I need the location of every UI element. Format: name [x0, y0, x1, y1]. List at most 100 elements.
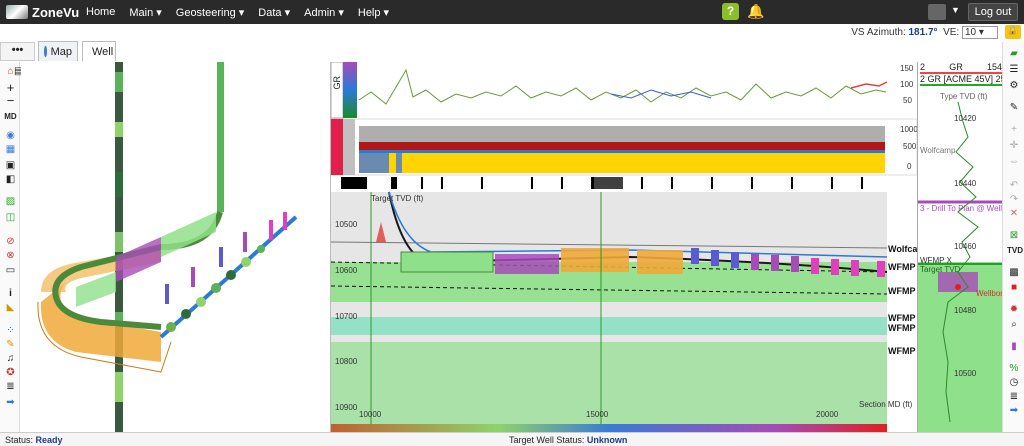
lock-icon[interactable]: 🔒: [1005, 25, 1021, 39]
link-icon[interactable]: ⊠: [1007, 230, 1021, 242]
nav-admin[interactable]: Admin ▾: [304, 6, 344, 19]
app-logo[interactable]: ZoneVu: [0, 5, 86, 20]
lith-blue-fill-2: [396, 153, 402, 173]
help-icon[interactable]: ?: [722, 3, 739, 20]
bell-outline-icon[interactable]: ♫: [4, 353, 17, 365]
zone-slab-green: [161, 212, 216, 257]
type-well-panel[interactable]: 2 GR 154 2 GR [ACME 45V] 252 Type TVD (f…: [917, 62, 1007, 432]
info-icon[interactable]: i: [4, 288, 17, 300]
ve-select-value: 10: [965, 27, 977, 38]
stop-icon[interactable]: ■: [1007, 282, 1021, 294]
vs-azimuth: VS Azimuth: 181.7° VE: 10 ▾: [851, 26, 998, 39]
y-tick-10800: 10800: [335, 357, 358, 366]
lateral-vertical-section: [217, 62, 224, 212]
target-icon[interactable]: ◫: [4, 212, 17, 224]
photo-icon[interactable]: ▩: [1007, 267, 1021, 279]
status: Status: Ready: [5, 435, 63, 445]
gr-track-label: GR: [332, 76, 342, 90]
well-section-panel[interactable]: GR 150 100 50 1000 500 0 Target TVD (ft)…: [330, 61, 918, 432]
tab-map[interactable]: Map: [38, 41, 78, 61]
delete-icon[interactable]: ✕: [1007, 208, 1021, 220]
film-icon[interactable]: ▭: [4, 265, 17, 277]
shrink-icon[interactable]: ⇔: [1007, 156, 1021, 168]
stack-icon[interactable]: ≣: [4, 381, 17, 393]
nav-help[interactable]: Help ▾: [358, 6, 389, 19]
section-md-label: Section MD (ft): [859, 400, 913, 409]
res-axis-500: 500: [903, 142, 917, 151]
chevron-down-icon[interactable]: ▼: [951, 5, 960, 15]
nav-geosteering[interactable]: Geosteering ▾: [176, 6, 245, 19]
gr-axis-150: 150: [900, 64, 914, 73]
y-tick-10900: 10900: [335, 403, 358, 412]
top-nav-bar: ZoneVu Home Main ▾ Geosteering ▾ Data ▾ …: [0, 0, 1024, 24]
well-3d-view[interactable]: [21, 62, 331, 432]
arrow-icon[interactable]: ➡: [1007, 405, 1021, 417]
list-icon[interactable]: ☰: [1007, 64, 1021, 76]
segment-green: [400, 251, 494, 273]
tw-label-wolfcamp: Wolfcamp: [920, 146, 956, 155]
tab-map-label: Map: [50, 45, 72, 58]
ruler-icon[interactable]: ◣: [4, 302, 17, 314]
arrow-icon[interactable]: ➡: [4, 397, 17, 409]
list-icon[interactable]: ▦: [4, 144, 17, 156]
barcode-track: [331, 176, 917, 190]
well-3d-canvas: [37, 62, 298, 432]
bell-icon[interactable]: 🔔: [747, 3, 764, 20]
gr-axis-100: 100: [900, 80, 914, 89]
vs-azimuth-value: 181.7°: [908, 27, 938, 39]
target-tvd-label: Target TVD (ft): [371, 194, 424, 203]
gear-icon[interactable]: ⚙: [1007, 80, 1021, 92]
tvd-icon[interactable]: TVD: [1007, 245, 1023, 257]
ve-select[interactable]: 10 ▾: [962, 26, 998, 39]
layers-icon[interactable]: ▰: [1007, 48, 1021, 60]
move-icon[interactable]: ✛: [1007, 140, 1021, 152]
md-icon[interactable]: MD: [4, 111, 17, 123]
segment-orange: [561, 248, 629, 272]
tab-well[interactable]: Well: [82, 41, 116, 61]
palette-icon[interactable]: ▮: [1007, 341, 1021, 353]
ve-label: VE:: [943, 27, 960, 39]
view-toolbar: VS Azimuth: 181.7° VE: 10 ▾: [0, 24, 1024, 40]
redo-icon[interactable]: ↷: [1007, 194, 1021, 206]
res-axis-1000: 1000: [900, 125, 918, 134]
y-tick-10500: 10500: [335, 220, 358, 229]
layers-icon[interactable]: ▣: [4, 160, 17, 172]
logout-button[interactable]: Log out: [968, 3, 1018, 21]
tab-well-label: Well: [92, 45, 114, 58]
gr-track-header: [330, 61, 344, 119]
target-well-status-label: Target Well Status:: [509, 435, 585, 445]
hex-icon[interactable]: ✹: [1007, 304, 1021, 316]
res-red-band: [359, 142, 885, 150]
clock-icon[interactable]: ◷: [1007, 377, 1021, 389]
target-well-status-value: Unknown: [586, 435, 628, 445]
y-tick-10700: 10700: [335, 312, 358, 321]
lith-blue-fill: [359, 153, 389, 173]
panel-menu-button[interactable]: •••: [0, 42, 35, 61]
nav-main[interactable]: Main ▾: [129, 6, 161, 19]
res-scale: [331, 119, 343, 175]
stack-icon[interactable]: ≣: [1007, 391, 1021, 403]
pencil-icon[interactable]: ✎: [1007, 102, 1021, 114]
gear-icon[interactable]: ✪: [4, 367, 17, 379]
plus-icon[interactable]: +: [1007, 124, 1021, 136]
lith-yellow-fill: [359, 153, 885, 173]
nav-data[interactable]: Data ▾: [258, 6, 290, 19]
compass-icon[interactable]: ◉: [4, 130, 17, 142]
image-icon[interactable]: ▨: [4, 196, 17, 208]
zoom-icon[interactable]: ⌕: [1007, 319, 1021, 331]
undo-icon[interactable]: ↶: [1007, 180, 1021, 192]
tw-label-target-tvd: Target TVD: [920, 265, 961, 274]
user-avatar-icon[interactable]: [928, 4, 946, 20]
minus-icon[interactable]: −: [4, 94, 17, 107]
cube-icon[interactable]: ◧: [4, 174, 17, 186]
camera-icon[interactable]: ⊗: [4, 250, 17, 262]
section-colorbar: [331, 424, 887, 432]
tw-tick-10480: 10480: [954, 306, 977, 315]
nav-home[interactable]: Home: [86, 6, 115, 18]
flag-icon[interactable]: ⊘: [4, 236, 17, 248]
tw-tick-10420: 10420: [954, 114, 977, 123]
x-tick-15000: 15000: [586, 410, 609, 419]
pencil-icon[interactable]: ✎: [4, 339, 17, 351]
percent-icon[interactable]: %: [1007, 363, 1021, 375]
scatter-icon[interactable]: ⁘: [4, 325, 17, 337]
